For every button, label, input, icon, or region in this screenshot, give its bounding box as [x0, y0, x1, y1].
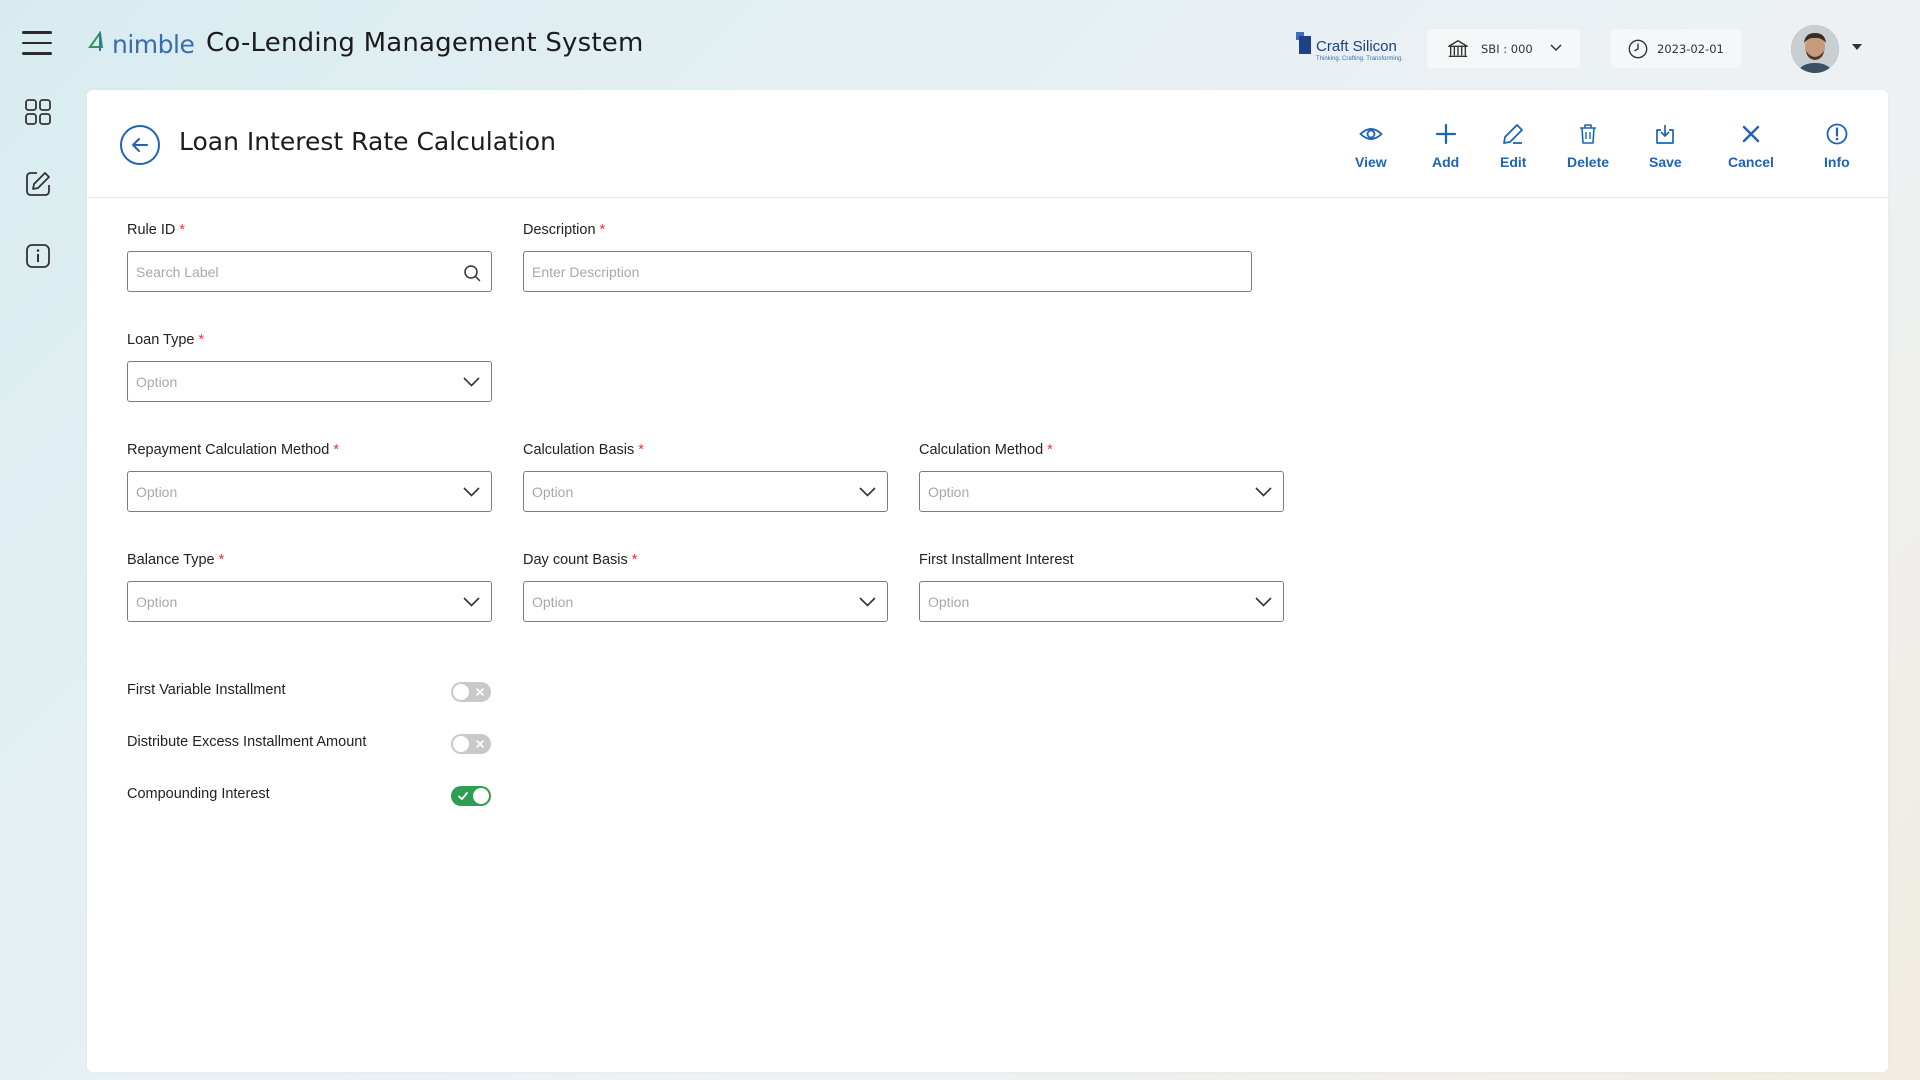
chevron-down-icon — [859, 487, 876, 497]
main-card: Loan Interest Rate Calculation View Add … — [87, 90, 1888, 1072]
clock-icon — [1628, 39, 1648, 58]
close-icon — [1742, 125, 1760, 143]
x-icon — [476, 688, 484, 696]
day-count-basis-placeholder: Option — [532, 594, 574, 610]
rule-id-search-input[interactable]: Search Label — [127, 251, 492, 292]
chevron-down-icon — [463, 597, 480, 607]
grid-icon[interactable] — [24, 98, 52, 126]
toggle-knob — [453, 736, 469, 752]
app-title: Co-Lending Management System — [206, 28, 644, 58]
chevron-down-icon — [463, 377, 480, 387]
back-button[interactable] — [120, 125, 160, 165]
bank-icon — [1448, 39, 1468, 57]
page-title: Loan Interest Rate Calculation — [179, 127, 556, 156]
arrow-left-icon — [132, 138, 148, 152]
calculation-method-select[interactable]: Option — [919, 471, 1284, 512]
first-installment-interest-label: First Installment Interest — [919, 552, 1074, 568]
date-display: 2023-02-01 — [1611, 29, 1741, 68]
calculation-basis-select[interactable]: Option — [523, 471, 888, 512]
craft-silicon-logo: Craft Silicon Thinking. Crafting. Transf… — [1296, 28, 1403, 68]
calculation-basis-label: Calculation Basis * — [523, 442, 644, 458]
pencil-icon — [1503, 124, 1524, 144]
repayment-method-placeholder: Option — [136, 484, 178, 500]
description-input[interactable]: Enter Description — [523, 251, 1252, 292]
rule-id-placeholder: Search Label — [136, 264, 219, 280]
trash-icon — [1580, 124, 1597, 144]
rule-id-label: Rule ID * — [127, 222, 186, 238]
eye-icon — [1359, 128, 1383, 140]
info-label: Info — [1824, 154, 1850, 170]
cancel-button[interactable]: Cancel — [1728, 122, 1774, 170]
repayment-method-select[interactable]: Option — [127, 471, 492, 512]
loan-type-select[interactable]: Option — [127, 361, 492, 402]
toggle-knob — [453, 684, 469, 700]
day-count-basis-select[interactable]: Option — [523, 581, 888, 622]
cancel-label: Cancel — [1728, 154, 1774, 170]
save-label: Save — [1649, 154, 1682, 170]
add-button[interactable]: Add — [1432, 122, 1459, 170]
day-count-basis-label: Day count Basis * — [523, 552, 638, 568]
delete-label: Delete — [1567, 154, 1610, 170]
user-avatar-icon — [1791, 25, 1839, 73]
first-variable-installment-label: First Variable Installment — [127, 682, 286, 698]
distribute-excess-toggle[interactable] — [451, 734, 491, 754]
description-label: Description * — [523, 222, 606, 238]
balance-type-placeholder: Option — [136, 594, 178, 610]
search-icon[interactable] — [463, 264, 481, 282]
calculation-method-placeholder: Option — [928, 484, 970, 500]
compounding-interest-label: Compounding Interest — [127, 786, 270, 802]
loan-type-label: Loan Type * — [127, 332, 205, 348]
chevron-down-icon — [463, 487, 480, 497]
hamburger-menu-icon[interactable] — [22, 31, 52, 55]
nimble-logo-icon — [88, 31, 104, 51]
save-download-icon — [1656, 125, 1675, 144]
edit-button[interactable]: Edit — [1500, 122, 1526, 170]
brand-name: nimble — [112, 29, 195, 59]
balance-type-label: Balance Type * — [127, 552, 225, 568]
bank-label: SBI : 000 — [1481, 41, 1533, 56]
chevron-down-icon — [1255, 487, 1272, 497]
user-avatar[interactable] — [1791, 25, 1839, 73]
check-icon — [458, 792, 468, 800]
info-circle-icon — [1826, 123, 1848, 145]
calculation-method-label: Calculation Method * — [919, 442, 1053, 458]
repayment-method-label: Repayment Calculation Method * — [127, 442, 339, 458]
loan-type-placeholder: Option — [136, 374, 178, 390]
info-square-icon[interactable] — [24, 242, 52, 270]
add-label: Add — [1432, 154, 1460, 170]
bank-selector[interactable]: SBI : 000 — [1427, 29, 1580, 68]
view-label: View — [1355, 154, 1387, 170]
chevron-down-icon — [1255, 597, 1272, 607]
balance-type-select[interactable]: Option — [127, 581, 492, 622]
edit-square-icon[interactable] — [24, 170, 52, 198]
x-icon — [476, 740, 484, 748]
top-bar: nimble Co-Lending Management System Craf… — [0, 0, 1920, 90]
compounding-interest-toggle[interactable] — [451, 786, 491, 806]
calculation-basis-placeholder: Option — [532, 484, 574, 500]
first-installment-interest-select[interactable]: Option — [919, 581, 1284, 622]
first-installment-interest-placeholder: Option — [928, 594, 970, 610]
business-date: 2023-02-01 — [1657, 41, 1724, 56]
card-header: Loan Interest Rate Calculation View Add … — [87, 90, 1888, 198]
toggle-knob — [473, 788, 489, 804]
save-button[interactable]: Save — [1649, 122, 1682, 170]
info-button[interactable]: Info — [1824, 122, 1850, 170]
partner-name: Craft Silicon — [1316, 38, 1397, 55]
partner-tagline: Thinking. Crafting. Transforming. — [1316, 56, 1404, 62]
distribute-excess-label: Distribute Excess Installment Amount — [127, 734, 367, 750]
description-placeholder: Enter Description — [532, 264, 640, 280]
edit-label: Edit — [1500, 154, 1527, 170]
user-menu-caret-icon[interactable] — [1852, 44, 1862, 50]
craft-silicon-mark-icon — [1296, 28, 1314, 54]
delete-button[interactable]: Delete — [1567, 122, 1609, 170]
chevron-down-icon — [1550, 44, 1562, 52]
nimble-logo: nimble — [86, 27, 195, 61]
first-variable-installment-toggle[interactable] — [451, 682, 491, 702]
view-button[interactable]: View — [1355, 122, 1387, 170]
plus-icon — [1435, 123, 1456, 145]
chevron-down-icon — [859, 597, 876, 607]
